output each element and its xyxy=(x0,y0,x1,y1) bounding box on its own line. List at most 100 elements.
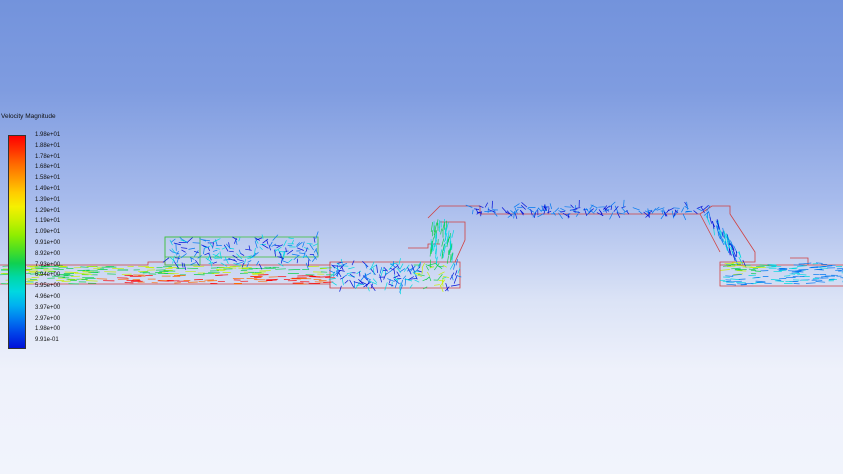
velocity-vector xyxy=(188,247,196,250)
velocity-vector xyxy=(731,267,741,270)
velocity-vector xyxy=(660,212,666,220)
velocity-vector xyxy=(170,238,176,243)
velocity-vector xyxy=(450,253,452,263)
velocity-vector xyxy=(805,282,816,284)
velocity-vector xyxy=(774,280,784,282)
velocity-vector xyxy=(343,274,348,278)
colorbar-tick-label: 6.94e+00 xyxy=(35,272,61,279)
legend-title: Velocity Magnitude xyxy=(1,113,56,120)
velocity-vector xyxy=(585,208,589,212)
velocity-vector xyxy=(235,265,247,267)
velocity-vector xyxy=(283,240,287,247)
colorbar-tick-label: 1.09e+01 xyxy=(35,229,61,236)
velocity-vector xyxy=(313,236,316,243)
velocity-vector xyxy=(399,263,404,270)
velocity-vector xyxy=(353,281,362,285)
velocity-vector xyxy=(421,267,423,275)
velocity-vector xyxy=(433,284,440,286)
velocity-vector xyxy=(348,266,355,270)
velocity-vector xyxy=(707,218,711,225)
velocity-vector xyxy=(319,276,331,278)
velocity-vector xyxy=(305,254,311,262)
velocity-vector xyxy=(414,279,420,283)
velocity-vector xyxy=(190,262,197,266)
velocity-vector xyxy=(247,260,252,263)
velocity-vector xyxy=(346,272,353,274)
velocity-vector xyxy=(130,280,143,283)
velocity-vector xyxy=(288,269,301,271)
velocity-vector xyxy=(399,286,401,295)
velocity-vector xyxy=(797,273,807,276)
colorbar-tick-label: 4.96e+00 xyxy=(35,294,61,300)
velocity-vector xyxy=(309,276,321,278)
velocity-vector xyxy=(709,217,712,224)
velocity-vector xyxy=(789,273,796,275)
velocity-vector xyxy=(244,258,247,264)
velocity-vector xyxy=(554,207,560,213)
velocity-vector xyxy=(770,279,781,281)
velocity-vector xyxy=(421,262,425,268)
colorbar-tick-label: 1.98e+01 xyxy=(35,132,61,138)
velocity-vector xyxy=(797,269,805,272)
velocity-vector xyxy=(623,199,625,208)
velocity-vector xyxy=(449,272,455,280)
velocity-vector xyxy=(815,281,826,283)
velocity-vector xyxy=(422,278,427,282)
velocity-vector xyxy=(367,286,370,292)
velocity-vector xyxy=(266,239,269,245)
velocity-vector xyxy=(331,264,336,269)
velocity-vector xyxy=(560,207,566,212)
geometry-outline xyxy=(427,205,843,287)
velocity-vector xyxy=(43,268,54,270)
velocity-vector xyxy=(174,257,181,259)
velocity-vector xyxy=(306,242,313,245)
velocity-vector xyxy=(752,267,759,270)
velocity-vector xyxy=(429,276,432,282)
velocity-vector xyxy=(309,243,314,251)
velocity-vector xyxy=(203,248,205,255)
velocity-vector xyxy=(291,239,294,244)
velocity-vector xyxy=(238,249,241,254)
velocity-vector xyxy=(212,261,218,264)
colorbar-tick-label: 9.91e-01 xyxy=(35,337,59,344)
velocity-vector xyxy=(81,273,93,276)
velocity-vector xyxy=(331,281,337,286)
cfd-viewport[interactable]: Velocity Magnitude 1.98e+01 1.88e+01 1.78e… xyxy=(0,0,843,474)
velocity-vector xyxy=(189,257,195,260)
velocity-vector xyxy=(162,257,170,263)
velocity-vector xyxy=(384,269,393,276)
velocity-vector xyxy=(373,268,375,275)
velocity-vector xyxy=(365,272,372,276)
velocity-vector xyxy=(549,203,553,210)
velocity-vector xyxy=(726,283,737,286)
velocity-vector xyxy=(541,205,544,210)
colorbar-tick-label: 1.98e+00 xyxy=(35,326,61,333)
velocity-vector xyxy=(172,251,180,255)
velocity-vector xyxy=(212,249,218,252)
velocity-vector xyxy=(534,207,540,214)
velocity-vector xyxy=(682,213,687,221)
velocity-vector xyxy=(478,205,484,208)
velocity-vector xyxy=(673,207,680,209)
velocity-vector xyxy=(666,209,670,214)
velocity-vector xyxy=(341,278,344,286)
velocity-vector xyxy=(236,261,243,265)
velocity-vector xyxy=(720,269,730,271)
velocity-vector xyxy=(183,263,187,270)
velocity-vector xyxy=(819,267,828,269)
velocity-vector xyxy=(393,268,396,275)
velocity-vector xyxy=(593,208,598,213)
velocity-vector xyxy=(245,248,252,251)
velocity-vector xyxy=(681,207,685,213)
velocity-vector xyxy=(220,262,228,267)
velocity-vector xyxy=(372,278,378,284)
velocity-vector xyxy=(384,282,388,291)
velocity-vector xyxy=(312,243,318,247)
velocity-vector xyxy=(171,248,176,254)
velocity-vector xyxy=(472,209,474,215)
velocity-vector xyxy=(783,275,791,277)
velocity-vector xyxy=(277,249,282,256)
colorbar-tick-label: 1.78e+01 xyxy=(35,153,61,160)
colorbar-tick-label: 1.68e+01 xyxy=(35,164,61,171)
velocity-vector xyxy=(621,207,626,212)
